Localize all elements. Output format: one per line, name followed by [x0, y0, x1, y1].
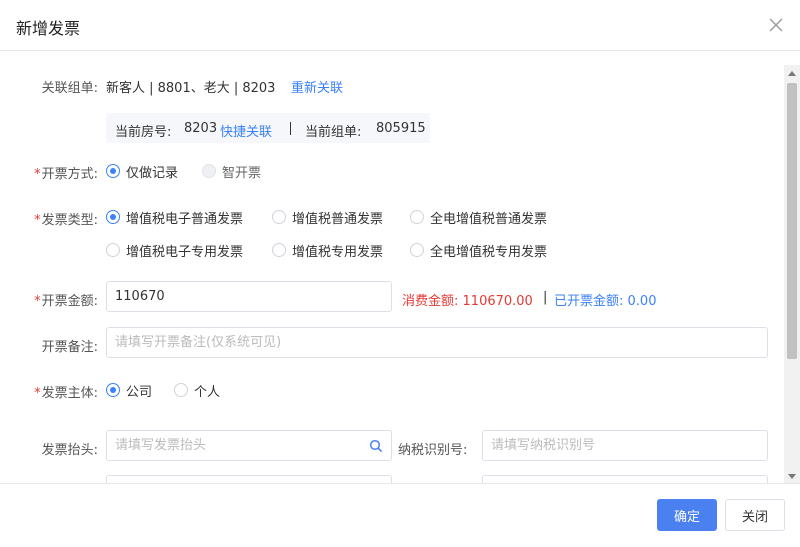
scroll-down-icon[interactable]	[788, 474, 796, 479]
type-e-normal-radio[interactable]: 增值税电子普通发票	[106, 208, 243, 227]
next-row-input-right[interactable]	[482, 475, 768, 483]
type-full-special-radio[interactable]: 全电增值税专用发票	[410, 241, 547, 260]
method-smart-radio[interactable]: 智开票	[202, 162, 261, 181]
radio-icon	[106, 243, 120, 257]
radio-checked-icon	[106, 164, 120, 178]
scroll-up-icon[interactable]	[788, 71, 796, 76]
dialog-title: 新增发票	[16, 19, 81, 38]
confirm-button[interactable]: 确定	[657, 499, 717, 531]
current-order-value: 805915	[376, 121, 426, 136]
scrollbar[interactable]	[784, 65, 800, 485]
radio-icon	[410, 243, 424, 257]
method-record-radio[interactable]: 仅做记录	[106, 162, 178, 181]
type-full-normal-radio[interactable]: 全电增值税普通发票	[410, 208, 547, 227]
close-icon[interactable]	[768, 17, 784, 33]
consumed-amount-text: 消费金额: 110670.00	[402, 294, 533, 309]
invoiced-amount-text: 已开票金额: 0.00	[554, 294, 657, 309]
radio-checked-icon	[106, 210, 120, 224]
radio-checked-icon	[106, 383, 120, 397]
type-e-special-radio[interactable]: 增值税电子专用发票	[106, 241, 243, 260]
link-order-label: 关联组单:	[41, 81, 98, 96]
close-button[interactable]: 关闭	[725, 499, 785, 531]
method-label: *开票方式:	[34, 167, 98, 182]
radio-icon	[272, 210, 286, 224]
type-normal-radio[interactable]: 增值税普通发票	[272, 208, 383, 227]
radio-icon	[174, 383, 188, 397]
relink-link[interactable]: 重新关联	[291, 77, 343, 96]
subject-label: *发票主体:	[34, 386, 98, 401]
current-info-box: 当前房号: 8203 快捷关联 当前组单: 805915	[106, 113, 430, 143]
add-invoice-dialog: 新增发票 关联组单: 新客人 | 8801、老大 | 8203 重新关联 当前房…	[0, 0, 800, 547]
search-icon[interactable]	[369, 439, 383, 453]
amount-label: *开票金额:	[34, 294, 98, 309]
tax-id-label: 纳税识别号:	[398, 443, 468, 458]
radio-icon	[410, 210, 424, 224]
dialog-header: 新增发票	[0, 0, 800, 51]
remark-label: 开票备注:	[41, 340, 98, 355]
invoice-type-label: *发票类型:	[34, 213, 98, 228]
radio-icon	[272, 243, 286, 257]
link-order-value: 新客人 | 8801、老大 | 8203	[106, 81, 276, 96]
subject-company-radio[interactable]: 公司	[106, 381, 152, 400]
tax-id-input[interactable]	[482, 430, 768, 461]
info-divider	[290, 122, 291, 135]
scroll-thumb[interactable]	[787, 83, 797, 359]
invoice-header-input[interactable]	[106, 430, 392, 461]
current-order-label: 当前组单:	[305, 125, 362, 140]
radio-disabled-icon	[202, 164, 216, 178]
quick-link[interactable]: 快捷关联	[220, 121, 272, 140]
type-special-radio[interactable]: 增值税专用发票	[272, 241, 383, 260]
current-room-value: 8203	[184, 121, 218, 136]
amount-divider: |	[543, 290, 548, 305]
invoice-header-label: 发票抬头:	[41, 443, 98, 458]
remark-input[interactable]	[106, 327, 768, 358]
subject-personal-radio[interactable]: 个人	[174, 381, 220, 400]
dialog-body: 关联组单: 新客人 | 8801、老大 | 8203 重新关联 当前房号: 82…	[0, 51, 784, 483]
current-room-label: 当前房号:	[115, 125, 172, 140]
next-row-input-left[interactable]	[106, 475, 392, 483]
dialog-footer: 确定 关闭	[0, 483, 800, 547]
amount-input[interactable]	[106, 281, 392, 312]
